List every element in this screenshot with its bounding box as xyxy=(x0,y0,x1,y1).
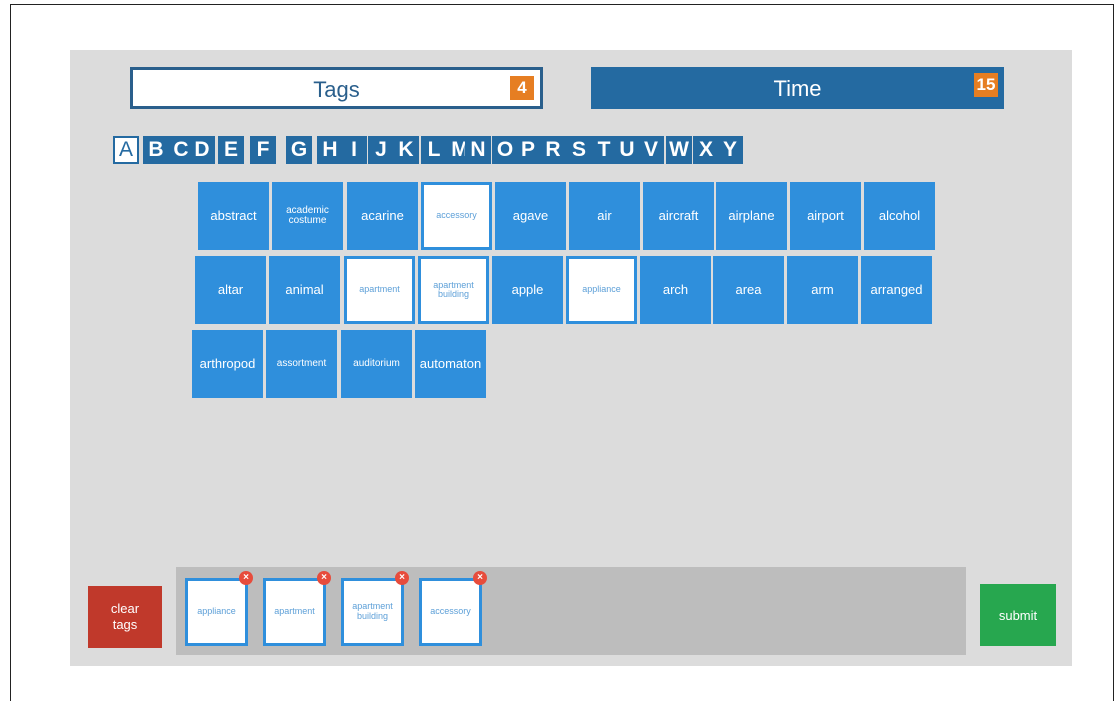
selected-tag-label: accessory xyxy=(430,606,471,617)
remove-tag-icon[interactable]: × xyxy=(239,571,253,585)
tag-tile[interactable]: abstract xyxy=(198,182,269,250)
tag-tile[interactable]: altar xyxy=(195,256,266,324)
selected-tag-label: apartment building xyxy=(352,601,393,621)
tag-tile[interactable]: auditorium xyxy=(341,330,412,398)
time-label: Time xyxy=(773,76,822,101)
selected-tag-label: appliance xyxy=(197,606,236,617)
selected-tag-chip: apartment × xyxy=(263,571,331,646)
letter-tab-f[interactable]: F xyxy=(250,136,276,164)
tags-count-badge: 4 xyxy=(510,76,534,100)
letter-tab-v[interactable]: V xyxy=(638,136,664,164)
letter-tab-a[interactable]: A xyxy=(113,136,139,164)
clear-button-label-line1: clear xyxy=(110,601,140,617)
submit-button[interactable]: submit xyxy=(980,584,1056,646)
letter-tab-s[interactable]: S xyxy=(566,136,592,164)
tag-tile[interactable]: arch xyxy=(640,256,711,324)
letter-tab-w[interactable]: W xyxy=(666,136,692,164)
tag-tile[interactable]: apple xyxy=(492,256,563,324)
letter-tab-r[interactable]: R xyxy=(540,136,566,164)
tag-tile[interactable]: apartment xyxy=(344,256,415,324)
tag-tile[interactable]: airport xyxy=(790,182,861,250)
tags-counter: Tags 4 xyxy=(130,67,543,109)
letter-tab-h[interactable]: H xyxy=(317,136,343,164)
tag-tile[interactable]: acarine xyxy=(347,182,418,250)
clear-tags-button[interactable]: clear tags xyxy=(88,586,162,648)
time-value-badge: 15 xyxy=(974,73,998,97)
letter-tab-l[interactable]: L xyxy=(421,136,447,164)
tags-label: Tags xyxy=(313,77,360,102)
tag-tile[interactable]: air xyxy=(569,182,640,250)
letter-tab-g[interactable]: G xyxy=(286,136,312,164)
letter-tab-p[interactable]: P xyxy=(515,136,541,164)
selected-tag-label: apartment xyxy=(274,606,315,617)
tag-tile[interactable]: airplane xyxy=(716,182,787,250)
tag-tile[interactable]: arm xyxy=(787,256,858,324)
tag-tile[interactable]: accessory xyxy=(421,182,492,250)
tag-tile[interactable]: aircraft xyxy=(643,182,714,250)
letter-tab-e[interactable]: E xyxy=(218,136,244,164)
letter-tab-x[interactable]: X xyxy=(693,136,719,164)
tag-tile[interactable]: agave xyxy=(495,182,566,250)
selected-tag-chip: accessory × xyxy=(419,571,487,646)
selected-tag-chip: appliance × xyxy=(185,571,253,646)
tag-tile[interactable]: animal xyxy=(269,256,340,324)
tag-tile[interactable]: alcohol xyxy=(864,182,935,250)
letter-tab-y[interactable]: Y xyxy=(717,136,743,164)
letter-tab-j[interactable]: J xyxy=(368,136,394,164)
tag-tile[interactable]: automaton xyxy=(415,330,486,398)
tag-tile[interactable]: arranged xyxy=(861,256,932,324)
selected-tag-chip: apartment building × xyxy=(341,571,409,646)
tag-tile[interactable]: area xyxy=(713,256,784,324)
letter-tab-n[interactable]: N xyxy=(465,136,491,164)
tag-tile[interactable]: assortment xyxy=(266,330,337,398)
remove-tag-icon[interactable]: × xyxy=(317,571,331,585)
letter-tab-k[interactable]: K xyxy=(393,136,419,164)
clear-button-label-line2: tags xyxy=(112,617,138,632)
letter-tab-d[interactable]: D xyxy=(189,136,215,164)
remove-tag-icon[interactable]: × xyxy=(473,571,487,585)
tag-tile[interactable]: appliance xyxy=(566,256,637,324)
letter-tab-b[interactable]: B xyxy=(143,136,169,164)
tag-tile[interactable]: apartment building xyxy=(418,256,489,324)
letter-tab-i[interactable]: I xyxy=(341,136,367,164)
time-counter: Time 15 xyxy=(591,67,1004,109)
tag-tile[interactable]: academic costume xyxy=(272,182,343,250)
remove-tag-icon[interactable]: × xyxy=(395,571,409,585)
tag-tile[interactable]: arthropod xyxy=(192,330,263,398)
letter-tab-u[interactable]: U xyxy=(614,136,640,164)
